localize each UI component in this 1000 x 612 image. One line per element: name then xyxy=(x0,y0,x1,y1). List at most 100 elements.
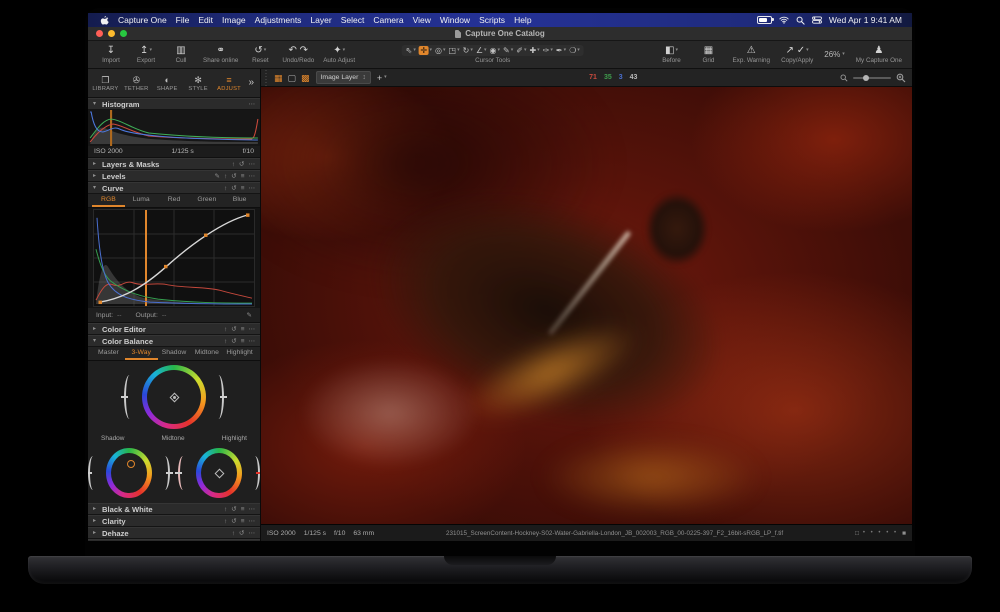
curve-channel-tab[interactable]: Green xyxy=(190,196,223,207)
panel-action-icon[interactable]: ↑ xyxy=(232,161,235,168)
panel-action-icon[interactable]: ↑ xyxy=(224,338,227,345)
color-balance-tab[interactable]: 3-Way xyxy=(125,349,158,360)
curve-channel-tab[interactable]: Luma xyxy=(125,196,158,207)
curve-graph[interactable] xyxy=(88,208,260,308)
panel-header-levels[interactable]: ▸ Levels ✎↑↺≡⋯ xyxy=(88,170,260,182)
saturation-arc-slider[interactable] xyxy=(178,456,188,490)
panel-action-icon[interactable]: ⋯ xyxy=(249,530,256,537)
panel-resize-handle[interactable] xyxy=(263,69,268,86)
color-balance-tab[interactable]: Shadow xyxy=(158,349,191,360)
layer-select-dropdown[interactable]: Image Layer ↕ xyxy=(316,71,371,84)
cursor-tool[interactable]: ⇖ ▾ xyxy=(406,46,416,55)
shadow-color-wheel[interactable] xyxy=(106,448,152,498)
zoom-out-icon[interactable] xyxy=(840,74,848,82)
panel-action-icon[interactable]: ↺ xyxy=(231,506,236,513)
panel-action-icon[interactable]: ⋯ xyxy=(249,518,256,525)
panel-action-icon[interactable]: ↑ xyxy=(224,185,227,192)
curve-point-picker-icon[interactable]: ✎ xyxy=(247,312,252,319)
panel-action-icon[interactable]: ⋯ xyxy=(249,326,256,333)
panel-action-icon[interactable]: ↑ xyxy=(224,173,227,180)
panel-header-layers-masks[interactable]: ▸ Layers & Masks ↑↺⋯ xyxy=(88,158,260,170)
lightness-arc-slider[interactable] xyxy=(213,375,224,419)
spotlight-search-icon[interactable] xyxy=(796,16,805,25)
panel-action-icon[interactable]: ⋯ xyxy=(249,101,256,108)
toolbar-button[interactable]: ↧ Import xyxy=(98,46,124,64)
cursor-tool[interactable]: ✐ ▾ xyxy=(516,46,526,55)
wheel-marker-icon[interactable] xyxy=(127,460,135,468)
menu-item[interactable]: Layer xyxy=(310,15,331,25)
fullscreen-window-button[interactable] xyxy=(120,30,127,37)
minimize-window-button[interactable] xyxy=(108,30,115,37)
panel-action-icon[interactable]: ≡ xyxy=(241,518,245,525)
panel-action-icon[interactable]: ≡ xyxy=(241,338,245,345)
toolbar-button[interactable]: ⚠ Exp. Warning xyxy=(732,46,770,64)
tool-tab[interactable]: ❐ LIBRARY xyxy=(90,74,121,92)
curve-channel-tab[interactable]: Red xyxy=(158,196,191,207)
toolbar-button[interactable]: ↺▾ Reset xyxy=(247,46,273,64)
zoom-in-icon[interactable] xyxy=(896,73,906,83)
menu-bar-clock[interactable]: Wed Apr 1 9:41 AM xyxy=(829,15,902,25)
rating-dots[interactable]: • • • • • xyxy=(863,530,898,536)
cursor-tool[interactable]: ✑ ▾ xyxy=(543,46,553,55)
panel-header-clarity[interactable]: ▸ Clarity ↑↺≡⋯ xyxy=(88,515,260,527)
panel-action-icon[interactable]: ↺ xyxy=(231,338,236,345)
tool-tab[interactable]: ◐ SHAPE xyxy=(152,74,183,92)
toolbar-button[interactable]: ◧▾ Before xyxy=(658,46,684,64)
menu-item[interactable]: Edit xyxy=(198,15,213,25)
panel-action-icon[interactable]: ↑ xyxy=(232,530,235,537)
panel-header-color-editor[interactable]: ▸ Color Editor ↑↺≡⋯ xyxy=(88,323,260,335)
cursor-tool[interactable]: ❍ ▾ xyxy=(569,46,580,55)
midtone-color-wheel[interactable] xyxy=(142,365,206,429)
toolbar-button[interactable]: ↶ ↷ Undo/Redo xyxy=(282,46,314,64)
control-center-icon[interactable] xyxy=(812,16,822,24)
color-balance-tab[interactable]: Master xyxy=(92,349,125,360)
tag-square-icon[interactable]: □ xyxy=(855,530,859,537)
color-tag-icon[interactable]: ■ xyxy=(902,530,906,537)
panel-header-curve[interactable]: ▾ Curve ↑↺≡⋯ xyxy=(88,182,260,194)
menu-item[interactable]: View xyxy=(413,15,431,25)
panel-action-icon[interactable]: ↺ xyxy=(231,518,236,525)
battery-icon[interactable] xyxy=(757,16,772,24)
toolbar-button[interactable]: ↥▾ Export xyxy=(133,46,159,64)
panel-header-color-balance[interactable]: ▾ Color Balance ↑↺≡⋯ xyxy=(88,335,260,347)
cursor-tool[interactable]: ✚ ▾ xyxy=(529,46,539,55)
highlight-color-wheel[interactable] xyxy=(196,448,242,498)
lightness-arc-slider[interactable] xyxy=(160,456,170,490)
tool-tab[interactable]: ≡ ADJUST xyxy=(214,74,245,92)
tool-tab[interactable]: ✻ STYLE xyxy=(183,74,214,92)
panel-header-vignetting[interactable]: ▸ Vignetting ↑↺≡⋯ xyxy=(88,539,260,541)
saturation-arc-slider[interactable] xyxy=(88,456,98,490)
tool-tab[interactable]: ✇ TETHER xyxy=(121,74,152,92)
panel-action-icon[interactable]: ↑ xyxy=(224,506,227,513)
panel-action-icon[interactable]: ↑ xyxy=(224,326,227,333)
panel-action-icon[interactable]: ⋯ xyxy=(249,161,256,168)
cursor-tool[interactable]: ◳ ▾ xyxy=(449,46,460,55)
cursor-tool[interactable]: ✒ ▾ xyxy=(556,46,566,55)
menu-item[interactable]: Help xyxy=(514,15,531,25)
wifi-icon[interactable] xyxy=(779,16,789,24)
toolbar-button[interactable]: ▦ Grid xyxy=(695,46,721,64)
curve-channel-tab[interactable]: RGB xyxy=(92,196,125,207)
menu-item[interactable]: Image xyxy=(222,15,246,25)
zoom-slider[interactable] xyxy=(853,77,891,79)
panel-action-icon[interactable]: ⋯ xyxy=(249,338,256,345)
panel-action-icon[interactable]: ≡ xyxy=(241,173,245,180)
view-mode-icon[interactable]: ▩ xyxy=(301,73,310,83)
cursor-tool[interactable]: ◉ ▾ xyxy=(490,46,501,55)
menu-item[interactable]: Select xyxy=(341,15,365,25)
cursor-tool[interactable]: ↻ ▾ xyxy=(463,46,473,55)
panel-action-icon[interactable]: ↺ xyxy=(239,161,244,168)
toolbar-button[interactable]: ✦▾ Auto Adjust xyxy=(323,46,355,64)
menu-item[interactable]: Adjustments xyxy=(255,15,302,25)
menu-item[interactable]: Window xyxy=(440,15,470,25)
menu-item[interactable]: Capture One xyxy=(118,15,167,25)
add-layer-button[interactable]: + ▾ xyxy=(377,73,387,83)
color-balance-tab[interactable]: Midtone xyxy=(190,349,223,360)
panel-action-icon[interactable]: ≡ xyxy=(241,185,245,192)
cursor-tool[interactable]: ◎ ▾ xyxy=(435,46,446,55)
view-mode-icon[interactable]: ▢ xyxy=(288,73,297,83)
panel-action-icon[interactable]: ↺ xyxy=(231,173,236,180)
my-capture-one-button[interactable]: ♟ My Capture One xyxy=(856,46,902,64)
view-mode-icon[interactable]: ▦ xyxy=(274,73,283,83)
saturation-arc-slider[interactable] xyxy=(124,375,135,419)
